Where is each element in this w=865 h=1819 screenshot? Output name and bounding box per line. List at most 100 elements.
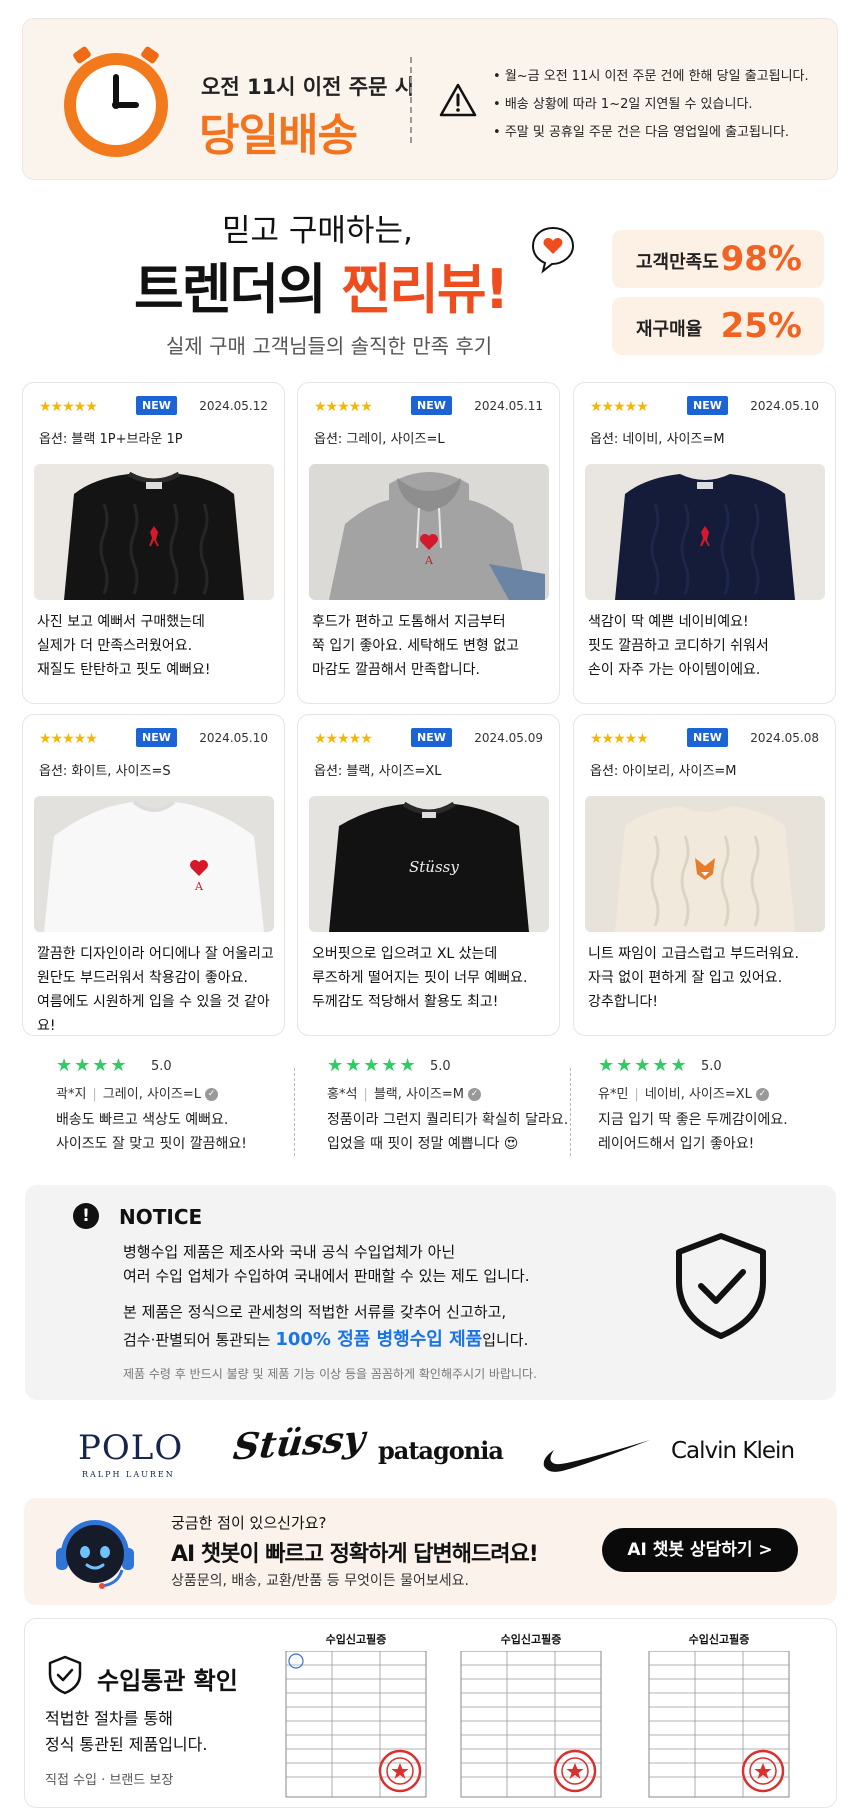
green-rating-stars: ★★★★★ [598, 1055, 689, 1076]
rating-stars: ★★★★★ [314, 731, 373, 747]
warning-icon [439, 83, 477, 117]
reviewer-name: 홍*석 [327, 1087, 358, 1102]
review-line: 핏도 깔끔하고 코디하기 쉬워서 [588, 638, 769, 654]
review-card[interactable]: ★★★★★ NEW 2024.05.12 옵션: 블랙 1P+브라운 1P 사진… [22, 382, 285, 704]
review-text: 색감이 딱 예쁜 네이비예요! 핏도 깔끔하고 코디하기 쉬워서 손이 자주 가… [588, 610, 828, 682]
stat-value: 25% [720, 306, 802, 346]
review-date: 2024.05.08 [750, 731, 819, 745]
short-review-line: 사이즈도 잘 맞고 핏이 깔끔해요! [56, 1136, 247, 1152]
short-review-line: 정품이라 그런지 퀄리티가 확실히 달라요. [327, 1112, 569, 1128]
chatbot-question: 궁금한 점이 있으신가요? [171, 1514, 327, 1532]
review-line: 두께감도 적당해서 활용도 최고! [312, 994, 499, 1010]
reviewer-name: 유*민 [598, 1087, 629, 1102]
review-card[interactable]: ★★★★★ NEW 2024.05.09 옵션: 블랙, 사이즈=XL Stüs… [297, 714, 560, 1036]
review-option: 옵션: 그레이, 사이즈=L [314, 432, 445, 447]
short-review-line: 배송도 빠르고 색상도 예뻐요. [56, 1112, 229, 1128]
short-review: ★★★★★ 5.0 유*민 | 네이비, 사이즈=XL ✓ 지금 입기 딱 좋은 두께… [598, 1055, 853, 1160]
short-review-line: 입었을 때 핏이 정말 예쁩니다 😍 [327, 1136, 519, 1152]
shield-check-icon [48, 1655, 82, 1695]
review-line: 오버핏으로 입으려고 XL 샀는데 [312, 946, 498, 962]
rating-score: 5.0 [430, 1059, 451, 1074]
notice-line-suffix: 입니다. [482, 1331, 529, 1349]
rating-score: 5.0 [701, 1059, 722, 1074]
review-line: 사진 보고 예뻐서 구매했는데 [37, 614, 205, 630]
review-line: 깔끔한 디자인이라 어디에나 잘 어울리고 [37, 946, 274, 962]
rating-stars: ★★★★★ [590, 399, 649, 415]
customs-certificate[interactable]: 수입신고필증 [282, 1631, 430, 1799]
short-review-line: 레이어드해서 입기 좋아요! [598, 1136, 755, 1152]
navy-cable-sweater-photo [585, 464, 825, 600]
notice-line: 병행수입 제품은 제조사와 국내 공식 수입업체가 아닌 [123, 1243, 456, 1261]
review-option: 옵션: 화이트, 사이즈=S [39, 764, 171, 779]
notice-line-prefix: 검수·판별되어 통관되는 [123, 1331, 276, 1349]
review-card[interactable]: ★★★★★ NEW 2024.05.10 옵션: 네이비, 사이즈=M 색감이 … [573, 382, 836, 704]
delivery-title: 당일배송 [199, 110, 358, 161]
customs-certificate[interactable]: 수입신고필증 [645, 1631, 793, 1799]
genuine-product-highlight: 100% 정품 병행수입 제품 [275, 1329, 483, 1350]
review-text: 깔끔한 디자인이라 어디에나 잘 어울리고 원단도 부드러워서 착용감이 좋아요… [37, 942, 277, 1038]
customs-clearance-section: 수입통관 확인 적법한 절차를 통해 정식 통관된 제품입니다. 직접 수입 ·… [24, 1618, 837, 1808]
nike-swoosh-icon [543, 1440, 650, 1472]
ai-chatbot-button[interactable]: AI 챗봇 상담하기 > [602, 1528, 798, 1572]
review-line: 재질도 탄탄하고 핏도 예뻐요! [37, 662, 211, 678]
stat-value: 98% [720, 239, 802, 279]
reviewer-option: 네이비, 사이즈=XL [644, 1087, 752, 1102]
review-option: 옵션: 블랙 1P+브라운 1P [39, 432, 183, 447]
rating-score: 5.0 [151, 1059, 172, 1074]
stussy-logo: Stüssy [231, 1417, 368, 1469]
patagonia-logo: patagonia [378, 1436, 504, 1465]
white-tshirt-photo: A [34, 796, 274, 932]
chatbot-headline: AI 챗봇이 빠르고 정확하게 답변해드려요! [171, 1542, 539, 1567]
review-date: 2024.05.11 [474, 399, 543, 413]
divider [410, 57, 412, 143]
delivery-note: 주말 및 공휴일 주문 건은 다음 영업일에 출고됩니다. [493, 119, 809, 147]
certificate-document [285, 1651, 427, 1798]
customs-title: 수입통관 확인 [97, 1667, 238, 1695]
polo-logo: POLO [78, 1428, 184, 1468]
customs-line: 정식 통관된 제품입니다. [45, 1735, 208, 1754]
svg-text:A: A [424, 554, 434, 567]
brand-logo-row: POLO RALPH LAUREN Stüssy patagonia Calvi… [22, 1418, 842, 1488]
chatbot-banner: 궁금한 점이 있으신가요? AI 챗봇이 빠르고 정확하게 답변해드려요! 상품… [24, 1498, 837, 1605]
review-heading-sub: 실제 구매 고객님들의 솔직한 만족 후기 [166, 334, 493, 358]
review-date: 2024.05.10 [199, 731, 268, 745]
review-heading-top: 믿고 구매하는, [222, 213, 413, 249]
review-text: 니트 짜임이 고급스럽고 부드러워요. 자극 없이 편하게 잘 입고 있어요. … [588, 942, 828, 1014]
delivery-note: 배송 상황에 따라 1~2일 지연될 수 있습니다. [493, 91, 809, 119]
certificate-document [460, 1651, 602, 1798]
certificate-title: 수입신고필증 [500, 1633, 562, 1646]
review-card[interactable]: ★★★★★ NEW 2024.05.10 옵션: 화이트, 사이즈=S A 깔끔… [22, 714, 285, 1036]
customs-fine: 직접 수입 · 브랜드 보장 [45, 1773, 174, 1788]
stat-repurchase: 재구매율 25% [612, 297, 824, 355]
reviewer-info: 곽*지 | 그레이, 사이즈=L ✓ [56, 1083, 218, 1102]
review-heading: 트렌더의 찐리뷰! [134, 245, 509, 324]
notice-fine-print: 제품 수령 후 반드시 불량 및 제품 기능 이상 등을 꼼꼼하게 확인해주시기… [123, 1367, 537, 1381]
reviewer-info: 유*민 | 네이비, 사이즈=XL ✓ [598, 1083, 769, 1102]
review-line: 실제가 더 만족스러웠어요. [37, 638, 193, 654]
customs-line: 적법한 절차를 통해 [45, 1709, 173, 1728]
stat-label: 재구매율 [636, 319, 703, 340]
green-rating-stars: ★★★★★ [327, 1055, 418, 1076]
notice-box: ! NOTICE 병행수입 제품은 제조사와 국내 공식 수입업체가 아닌 여러… [25, 1185, 836, 1400]
divider [294, 1068, 295, 1156]
svg-text:Stüssy: Stüssy [409, 858, 459, 876]
rating-stars: ★★★★★ [314, 399, 373, 415]
new-badge: NEW [687, 728, 728, 747]
short-review: ★★★★ 5.0 곽*지 | 그레이, 사이즈=L ✓ 배송도 빠르고 색상도 예뻐요… [56, 1055, 311, 1160]
heart-chat-bubble-icon [531, 226, 575, 274]
robot-icon [56, 1520, 134, 1589]
new-badge: NEW [687, 396, 728, 415]
review-date: 2024.05.10 [750, 399, 819, 413]
delivery-notes: 월~금 오전 11시 이전 주문 건에 한해 당일 출고됩니다. 배송 상황에 … [493, 63, 809, 147]
exclamation-icon: ! [73, 1203, 99, 1229]
review-heading-prefix: 트렌더의 [134, 258, 342, 321]
new-badge: NEW [136, 728, 177, 747]
review-card[interactable]: ★★★★★ NEW 2024.05.11 옵션: 그레이, 사이즈=L A 후드… [297, 382, 560, 704]
customs-certificate[interactable]: 수입신고필증 [457, 1631, 605, 1799]
clock-icon [64, 46, 168, 157]
reviewer-option: 그레이, 사이즈=L [102, 1087, 201, 1102]
review-line: 루즈하게 떨어지는 핏이 너무 예뻐요. [312, 970, 528, 986]
new-badge: NEW [136, 396, 177, 415]
polo-logo-subtitle: RALPH LAUREN [82, 1470, 175, 1479]
review-card[interactable]: ★★★★★ NEW 2024.05.08 옵션: 아이보리, 사이즈=M 니트 … [573, 714, 836, 1036]
